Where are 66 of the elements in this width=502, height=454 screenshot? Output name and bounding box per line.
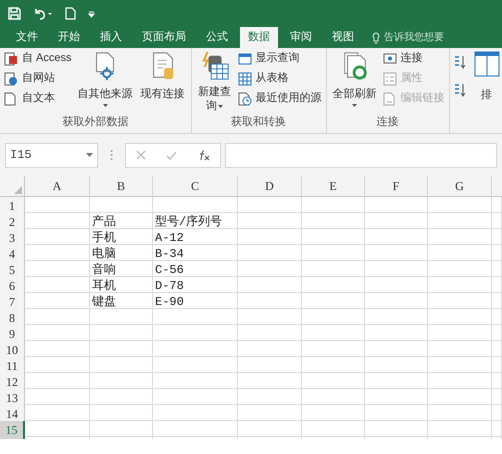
group-label: 获取外部数据: [61, 115, 130, 130]
ribbon-tab[interactable]: 文件: [8, 27, 46, 48]
drag-handle-icon[interactable]: [110, 149, 113, 161]
ribbon-button[interactable]: 显示查询: [238, 51, 322, 66]
column-header[interactable]: F: [365, 176, 428, 196]
monitor-icon: [382, 52, 397, 66]
row-header[interactable]: 15: [0, 421, 25, 439]
cell-text: 键盘: [92, 294, 116, 311]
ribbon-button[interactable]: 新建查询: [196, 51, 234, 115]
cell-text: A-12: [155, 230, 184, 247]
ribbon-tab[interactable]: 公式: [198, 27, 236, 48]
ribbon-tab[interactable]: 页面布局: [134, 27, 194, 48]
save-icon[interactable]: [8, 7, 21, 20]
undo-icon[interactable]: [33, 7, 53, 20]
ribbon-button[interactable]: 自网站: [4, 71, 72, 86]
column-header[interactable]: D: [238, 176, 302, 196]
list-icon: [382, 72, 397, 86]
window-icon: [238, 52, 252, 66]
column-header[interactable]: A: [25, 176, 90, 196]
checkmark-icon[interactable]: [166, 150, 178, 160]
cell-text: D-78: [155, 278, 184, 295]
lightbulb-icon: [372, 32, 380, 44]
name-box[interactable]: I15: [5, 142, 98, 168]
ribbon-button[interactable]: 最近使用的源: [238, 91, 322, 106]
ribbon-button[interactable]: 从表格: [238, 71, 322, 86]
column-header[interactable]: E: [302, 176, 365, 196]
ribbon-button[interactable]: 连接: [382, 51, 445, 66]
cell-text: 产品: [92, 214, 116, 231]
database-table-icon: [200, 51, 230, 81]
ribbon-button[interactable]: 自文本: [4, 91, 72, 106]
ribbon-button[interactable]: 排: [474, 51, 500, 133]
ribbon-button[interactable]: 现有连接: [138, 51, 187, 115]
ribbon-tab[interactable]: 插入: [92, 27, 130, 48]
ribbon-button[interactable]: 全部刷新: [330, 51, 379, 115]
column-header[interactable]: G: [428, 176, 492, 196]
cell-text: 音响: [92, 262, 116, 279]
cell-text: 型号/序列号: [155, 214, 222, 231]
ribbon-button[interactable]: 自 Access: [4, 51, 72, 66]
cell-text: E-90: [155, 294, 184, 311]
tell-me-field[interactable]: 告诉我您想要: [372, 27, 502, 48]
ribbon-tab[interactable]: 视图: [324, 27, 362, 48]
document-icon: [4, 92, 18, 106]
function-icon[interactable]: [198, 150, 210, 160]
group-label: 获取和转换: [230, 115, 288, 130]
cell-text: 耳机: [92, 278, 116, 295]
clock-document-icon: [238, 92, 252, 106]
column-header[interactable]: B: [90, 176, 153, 196]
group-label: 连接: [376, 115, 400, 130]
cell-text: C-56: [155, 262, 184, 279]
column-header[interactable]: C: [153, 176, 238, 196]
dropdown-icon[interactable]: [86, 153, 93, 157]
ribbon-tab[interactable]: 审阅: [282, 27, 320, 48]
sort-descending-icon[interactable]: [454, 83, 466, 97]
table-icon: [238, 72, 252, 86]
document-icon: [382, 92, 397, 106]
cell-text: 电脑: [92, 246, 116, 263]
ribbon-tab[interactable]: 开始: [50, 27, 88, 48]
ribbon-button[interactable]: 自其他来源: [76, 51, 135, 115]
cell-text: B-34: [155, 246, 184, 263]
cell-reference: I15: [10, 147, 32, 164]
new-file-icon[interactable]: [65, 7, 76, 20]
cell-text: 手机: [92, 230, 116, 247]
customize-icon[interactable]: [88, 10, 95, 18]
formula-input[interactable]: [225, 142, 497, 168]
sort-ascending-icon[interactable]: [454, 55, 466, 69]
ribbon-tab[interactable]: 数据: [240, 27, 278, 48]
